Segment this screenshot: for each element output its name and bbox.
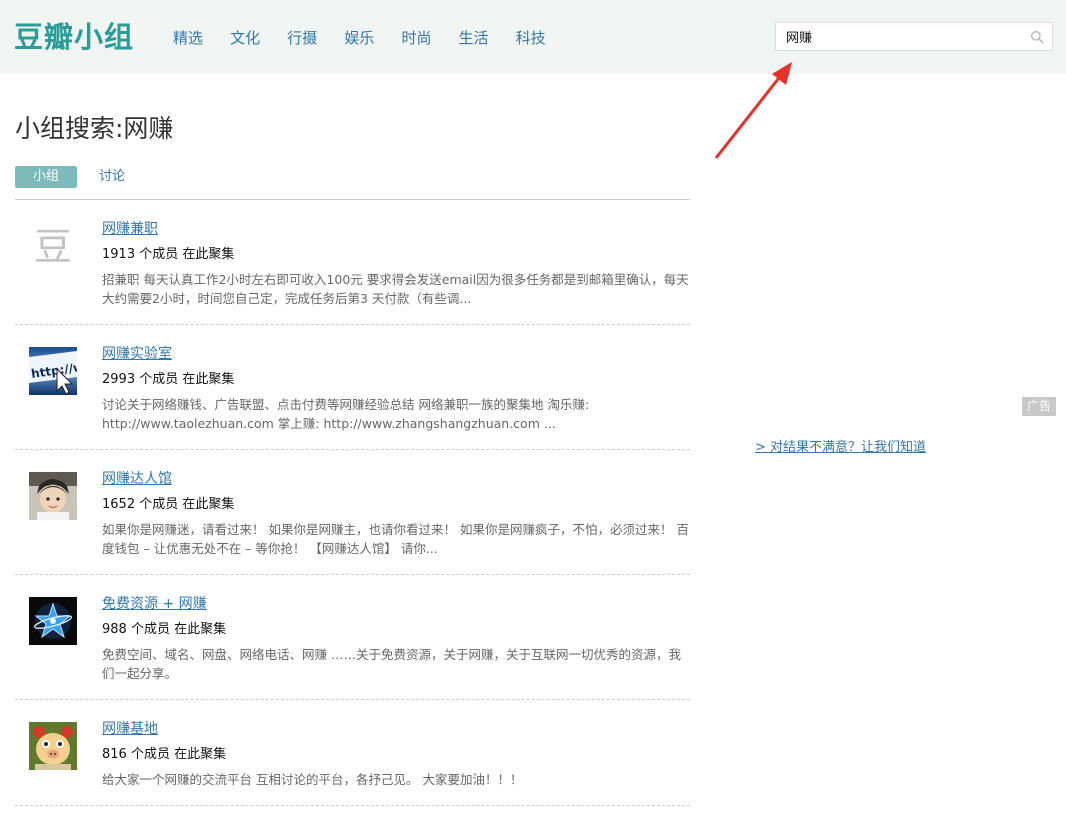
group-name-link[interactable]: 网赚实验室 [102,345,692,364]
list-item: 网赚达人馆 1652 个成员 在此聚集 如果你是网赚迷，请看过来！ 如果你是网赚… [15,450,690,575]
group-avatar[interactable] [29,722,77,770]
douban-placeholder-icon: 豆 [29,222,77,270]
search-input[interactable] [776,23,1026,50]
main-nav: 精选 文化 行摄 娱乐 时尚 生活 科技 [173,28,568,48]
list-item: 网赚基地 816 个成员 在此聚集 给大家一个网赚的交流平台 互相讨论的平台，各… [15,700,690,806]
search-box [775,22,1053,51]
member-count: 1652 个成员 在此聚集 [102,497,235,512]
group-description: 讨论关于网络赚钱、广告联盟、点击付费等网赚经验总结 网络兼职一族的聚集地 淘乐赚… [102,397,590,431]
member-count: 816 个成员 在此聚集 [102,747,227,762]
nav-item-fashion[interactable]: 时尚 [401,28,431,48]
child-photo-icon [29,472,77,520]
group-name-link[interactable]: 网赚达人馆 [102,470,692,489]
group-avatar[interactable] [29,472,77,520]
search-results: 豆 网赚兼职 1913 个成员 在此聚集 招兼职 每天认真工作2小时左右即可收入… [15,200,690,806]
tab-groups[interactable]: 小组 [15,166,77,188]
list-item: 免费资源 + 网赚 988 个成员 在此聚集 免费空间、域名、网盘、网络电话、网… [15,575,690,700]
member-count: 2993 个成员 在此聚集 [102,372,235,387]
tab-discussions[interactable]: 讨论 [99,166,125,188]
group-avatar[interactable]: 豆 [29,222,77,270]
page-title: 小组搜索:网赚 [15,114,174,143]
group-name-link[interactable]: 网赚基地 [102,720,692,739]
group-avatar[interactable]: http://ww [29,347,77,395]
list-item: 豆 网赚兼职 1913 个成员 在此聚集 招兼职 每天认真工作2小时左右即可收入… [15,200,690,325]
search-icon[interactable] [1030,30,1044,44]
group-description: 免费空间、域名、网盘、网络电话、网赚 ……关于免费资源，关于网赚，关于互联网一切… [102,647,681,681]
group-description: 给大家一个网赚的交流平台 互相讨论的平台，各抒己见。 大家要加油！！！ [102,772,523,787]
nav-item-travel[interactable]: 行摄 [287,28,317,48]
http-cursor-image-icon: http://ww [29,347,77,395]
nav-item-entertainment[interactable]: 娱乐 [344,28,374,48]
nav-item-culture[interactable]: 文化 [230,28,260,48]
annotation-arrow-icon [714,62,792,159]
member-count: 1913 个成员 在此聚集 [102,247,235,262]
list-item: http://ww 网赚实验室 2993 个成员 在此聚集 讨论关于网络赚钱、广… [15,325,690,450]
svg-text:豆: 豆 [34,225,72,269]
douban-group-logo[interactable]: 豆瓣小组 [14,17,134,57]
blue-star-icon [29,597,77,645]
cartoon-pig-icon [29,722,77,770]
group-avatar[interactable] [29,597,77,645]
feedback-link[interactable]: > 对结果不满意？让我们知道 [755,439,926,457]
ad-label-badge: 广告 [1022,397,1057,416]
nav-item-tech[interactable]: 科技 [516,28,546,48]
group-description: 如果你是网赚迷，请看过来！ 如果你是网赚主，也请你看过来！ 如果你是网赚疯子，不… [102,522,689,556]
member-count: 988 个成员 在此聚集 [102,622,227,637]
group-name-link[interactable]: 网赚兼职 [102,220,692,239]
group-description: 招兼职 每天认真工作2小时左右即可收入100元 要求得会发送email因为很多任… [102,272,689,306]
nav-item-life[interactable]: 生活 [459,28,489,48]
group-name-link[interactable]: 免费资源 + 网赚 [102,595,692,614]
nav-item-featured[interactable]: 精选 [173,28,203,48]
site-header: 豆瓣小组 精选 文化 行摄 娱乐 时尚 生活 科技 [0,0,1066,74]
